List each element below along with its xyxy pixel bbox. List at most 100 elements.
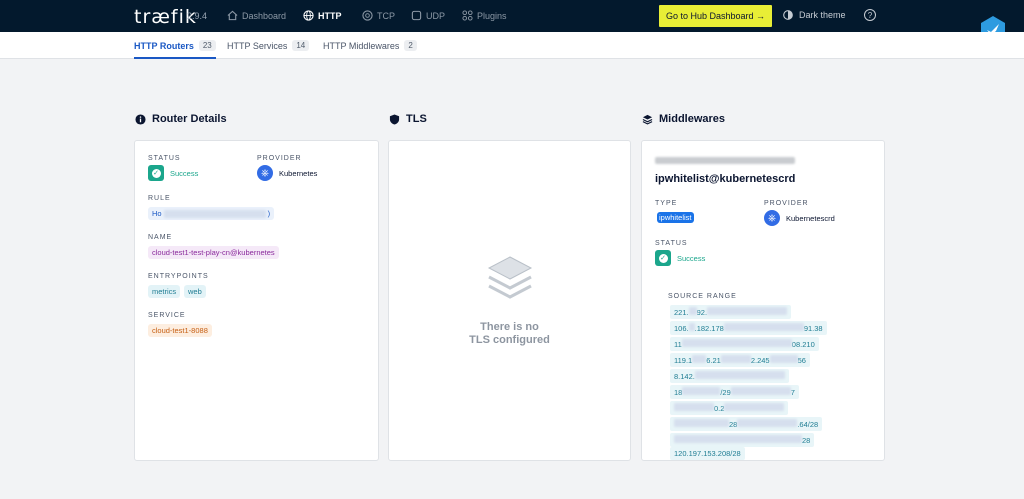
globe-icon — [303, 10, 314, 21]
router-details-title: Router Details — [135, 113, 227, 125]
top-navbar: træfik 2.9.4 Dashboard HTTP TCP UDP Plug… — [0, 0, 1024, 32]
sub-navigation: HTTP Routers 23 HTTP Services 14 HTTP Mi… — [0, 32, 1024, 59]
range-text: 221. — [674, 308, 689, 317]
plugins-icon — [462, 10, 473, 21]
tab-label: HTTP Services — [227, 40, 288, 51]
entrypoint-chip: metrics — [148, 285, 181, 298]
source-range-item: 28 — [670, 433, 815, 447]
tls-empty-line2: TLS configured — [469, 334, 550, 346]
range-text: 91.38 — [803, 324, 823, 333]
range-text: 8.142. — [674, 372, 695, 381]
tab-http-routers[interactable]: HTTP Routers 23 — [134, 40, 216, 59]
tls-label: TLS — [406, 113, 427, 125]
source-range-item: 8.142. — [670, 369, 789, 383]
status-label: STATUS — [148, 155, 181, 162]
tab-label: HTTP Middlewares — [323, 40, 400, 51]
tls-empty-message: There is no TLS configured — [389, 321, 630, 347]
router-name-chip: cloud-test1-test-play-cn@kubernetes — [148, 246, 279, 259]
kubernetes-icon: ⎈ — [257, 165, 273, 181]
nav-dashboard[interactable]: Dashboard — [227, 10, 286, 21]
info-icon — [135, 113, 146, 125]
range-text: 6.21 — [706, 356, 721, 365]
provider-value: Kubernetescrd — [786, 213, 835, 223]
home-icon — [227, 10, 238, 21]
kubernetes-icon: ⎈ — [764, 210, 780, 226]
range-text: 92. — [696, 308, 708, 317]
tcp-icon — [362, 10, 373, 21]
tab-http-services[interactable]: HTTP Services 14 — [227, 40, 310, 51]
source-range-item: 106. .182.178 91.38 — [670, 321, 827, 335]
middleware-name: ipwhitelist@kubernetescrd — [655, 173, 796, 185]
middleware-status: ✓ Success — [655, 250, 705, 266]
source-range-item: 18/29 7 — [670, 385, 799, 399]
middlewares-card: ipwhitelist@kubernetescrd TYPE ipwhiteli… — [641, 140, 885, 461]
middlewares-label: Middlewares — [659, 113, 726, 125]
range-text: .64/28 — [797, 420, 819, 429]
middleware-type: ipwhitelist — [657, 212, 694, 223]
provider-label: PROVIDER — [257, 155, 302, 162]
range-text: 106. — [674, 324, 689, 333]
service-chip[interactable]: cloud-test1-8088 — [148, 324, 212, 337]
empty-layers-icon — [487, 256, 533, 299]
hub-dashboard-button[interactable]: Go to Hub Dashboard → — [659, 5, 772, 27]
success-check-icon: ✓ — [148, 165, 164, 181]
range-text: .182.178 — [694, 324, 724, 333]
rule-chip: Ho ) — [148, 207, 275, 220]
router-status: ✓ Success — [148, 165, 198, 181]
success-check-icon: ✓ — [655, 250, 671, 266]
redacted-rule — [163, 209, 266, 218]
range-text: 28 — [802, 436, 811, 445]
nav-tcp-label: TCP — [377, 10, 395, 21]
half-moon-icon — [783, 10, 793, 20]
range-text: 0.2 — [714, 404, 725, 413]
help-icon[interactable]: ? — [864, 9, 876, 21]
service-label: SERVICE — [148, 312, 186, 319]
version-label: 2.9.4 — [187, 11, 208, 21]
nav-plugins[interactable]: Plugins — [462, 10, 507, 21]
tls-empty-line1: There is no — [480, 321, 539, 333]
entrypoint-chip: web — [184, 285, 206, 298]
router-details-label: Router Details — [152, 113, 227, 125]
provider-value: Kubernetes — [279, 168, 318, 178]
nav-plugins-label: Plugins — [477, 10, 507, 21]
nav-udp[interactable]: UDP — [411, 10, 445, 21]
range-text: 18 — [674, 388, 683, 397]
tab-count: 14 — [292, 40, 310, 51]
range-text: 08.210 — [791, 340, 815, 349]
dark-theme-label: Dark theme — [799, 10, 846, 20]
rule-suffix: ) — [267, 209, 271, 218]
tls-title: TLS — [389, 113, 427, 125]
tab-count: 2 — [404, 40, 417, 51]
source-range-item: 28 .64/28 — [670, 417, 823, 431]
tab-label: HTTP Routers — [134, 40, 194, 51]
tab-http-middlewares[interactable]: HTTP Middlewares 2 — [323, 40, 417, 51]
tls-card: There is no TLS configured — [388, 140, 631, 461]
middlewares-title: Middlewares — [642, 113, 725, 125]
nav-http-label: HTTP — [318, 10, 342, 21]
udp-icon — [411, 10, 422, 21]
shield-icon — [389, 113, 400, 125]
nav-udp-label: UDP — [426, 10, 446, 21]
tab-count: 23 — [198, 40, 216, 51]
router-provider: ⎈ Kubernetes — [257, 165, 317, 181]
rule-prefix: Ho — [152, 209, 162, 218]
middleware-provider: ⎈ Kubernetescrd — [764, 210, 835, 226]
dark-theme-toggle[interactable]: Dark theme — [783, 10, 846, 20]
nav-http[interactable]: HTTP — [303, 10, 342, 21]
name-label: NAME — [148, 234, 173, 241]
router-details-card: STATUS ✓ Success PROVIDER ⎈ Kubernetes R… — [134, 140, 379, 461]
range-text: 11 — [674, 340, 682, 349]
status-label: STATUS — [655, 240, 688, 247]
status-value: Success — [170, 168, 199, 178]
active-tab-indicator — [134, 57, 216, 59]
layers-icon — [642, 114, 653, 125]
source-range-label: SOURCE RANGE — [668, 293, 737, 300]
type-label: TYPE — [655, 200, 678, 207]
source-range-item: 119.1 6.21 2.245 56 — [670, 353, 810, 367]
entrypoints-label: ENTRYPOINTS — [148, 273, 209, 280]
nav-tcp[interactable]: TCP — [362, 10, 395, 21]
range-text: 28 — [729, 420, 738, 429]
range-text: /29 — [720, 388, 731, 397]
range-text: 119.1 — [674, 356, 693, 365]
range-text: 120.197.153.208/28 — [674, 449, 741, 458]
